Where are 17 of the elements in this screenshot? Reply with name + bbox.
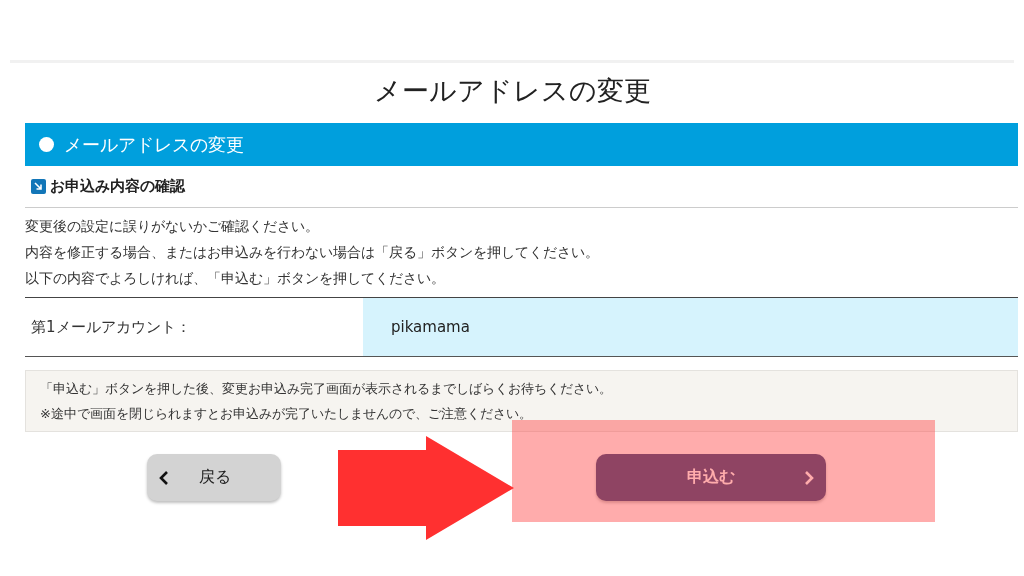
instruction-text: 変更後の設定に誤りがないかご確認ください。: [25, 217, 320, 236]
instruction-text: 以下の内容でよろしければ、「申込む」ボタンを押してください。: [25, 269, 446, 288]
submit-button[interactable]: 申込む: [596, 454, 826, 501]
page-title: メールアドレスの変更: [372, 74, 652, 108]
notice-text: 「申込む」ボタンを押した後、変更お申込み完了画面が表示されるまでしばらくお待ちください。: [40, 380, 613, 398]
arrow-annotation-icon: [338, 436, 514, 540]
notice-text: ※途中で画面を閉じられますとお申込みが完了いたしませんので、ご注意ください。: [40, 405, 533, 423]
instruction-text: 内容を修正する場合、またはお申込みを行わない場合は「戻る」ボタンを押してください。: [25, 243, 600, 262]
field-value: pikamama: [363, 298, 1018, 356]
back-button[interactable]: 戻る: [147, 454, 281, 501]
bullet-icon: [39, 137, 54, 152]
arrow-square-icon: [31, 179, 46, 194]
chevron-right-icon: [802, 468, 816, 487]
section-title: メールアドレスの変更: [64, 132, 244, 157]
chevron-left-icon: [157, 468, 171, 487]
subsection-title: お申込み内容の確認: [50, 177, 185, 196]
field-label: 第1メールアカウント：: [30, 316, 192, 338]
